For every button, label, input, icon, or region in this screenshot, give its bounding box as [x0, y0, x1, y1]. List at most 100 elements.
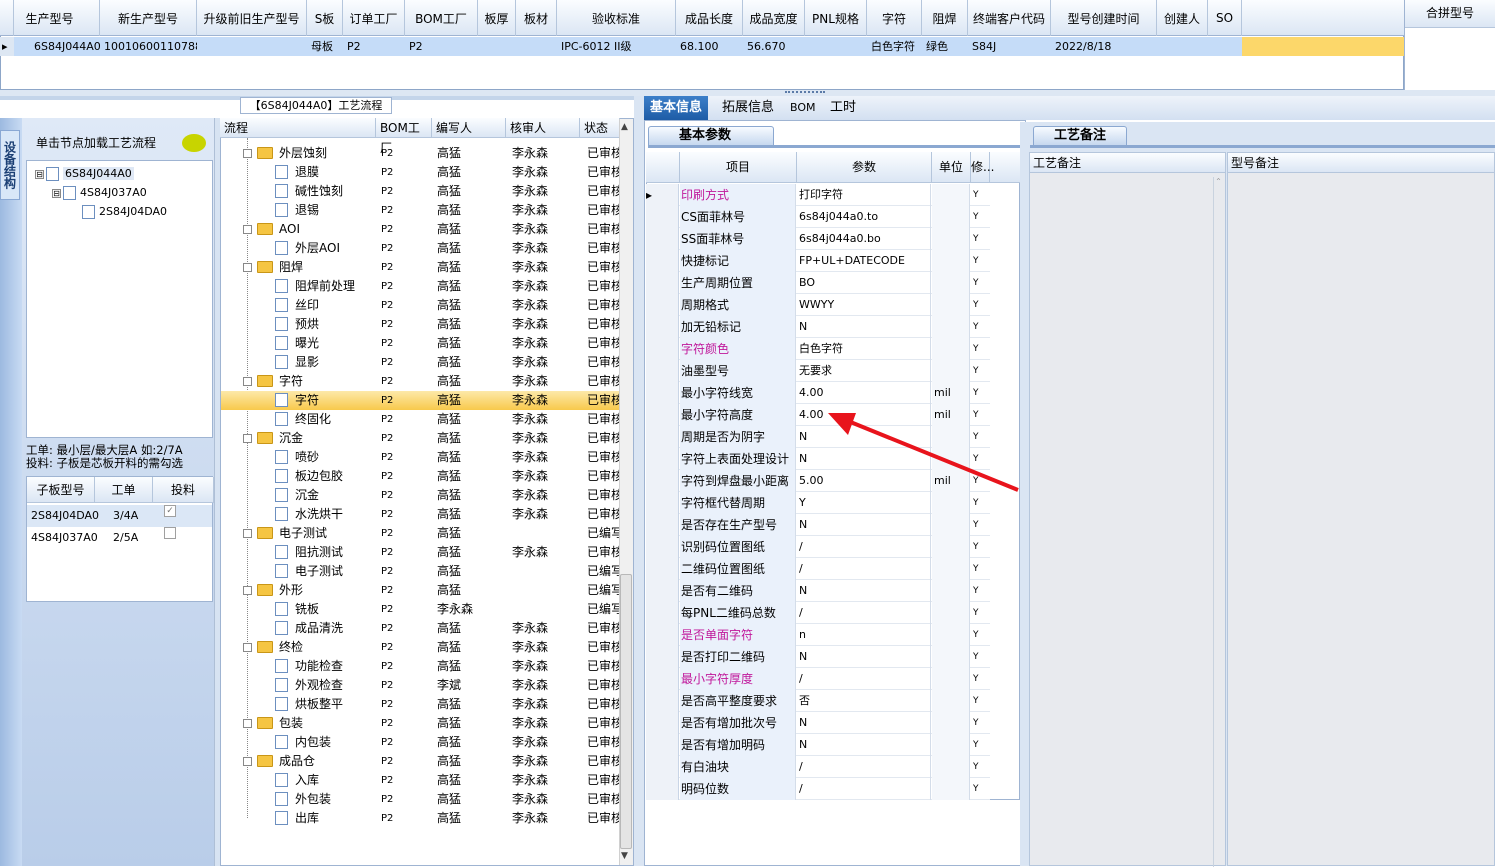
- flow-row[interactable]: 内包装 P2 高猛 李永森 已审核: [221, 733, 619, 752]
- flow-row[interactable]: 成品清洗 P2 高猛 李永森 已审核: [221, 619, 619, 638]
- order-cell[interactable]: S84J: [968, 37, 1051, 56]
- column-header[interactable]: 成品宽度: [743, 0, 805, 36]
- param-row[interactable]: CS面菲林号 6s84j044a0.to Y: [646, 206, 990, 228]
- param-value[interactable]: /: [797, 668, 931, 690]
- column-header[interactable]: 新生产型号: [100, 0, 197, 36]
- tab-work-hours[interactable]: 工时: [824, 96, 862, 120]
- scroll-down-icon[interactable]: ▼: [621, 851, 628, 861]
- tab-bom[interactable]: BOM: [784, 96, 822, 120]
- flow-row[interactable]: 外层AOI P2 高猛 李永森 已审核: [221, 239, 619, 258]
- param-value[interactable]: /: [797, 602, 931, 624]
- param-row[interactable]: 每PNL二维码总数 / Y: [646, 602, 990, 624]
- order-cell[interactable]: P2: [343, 37, 405, 56]
- flow-row[interactable]: 终固化 P2 高猛 李永森 已审核: [221, 410, 619, 429]
- flow-row[interactable]: 碱性蚀刻 P2 高猛 李永森 已审核: [221, 182, 619, 201]
- param-value[interactable]: N: [797, 580, 931, 602]
- collapse-toggle-icon[interactable]: [243, 263, 252, 272]
- flow-row[interactable]: 阻焊 P2 高猛 李永森 已审核: [221, 258, 619, 277]
- order-cell[interactable]: 白色字符: [867, 37, 922, 56]
- column-header[interactable]: 升级前旧生产型号: [197, 0, 307, 36]
- column-header[interactable]: 创建人: [1157, 0, 1208, 36]
- param-column-header[interactable]: 参数: [797, 152, 932, 183]
- collapse-toggle-icon[interactable]: [243, 434, 252, 443]
- column-header[interactable]: S板: [307, 0, 343, 36]
- param-row[interactable]: 有白油块 / Y: [646, 756, 990, 778]
- flow-row[interactable]: 字符 P2 高猛 李永森 已审核: [221, 372, 619, 391]
- collapse-toggle-icon[interactable]: [243, 149, 252, 158]
- param-value[interactable]: 4.00: [797, 382, 931, 404]
- order-grid-row[interactable]: ▸ 6S84J044A0 10010600110788 母板 P2 P2 IPC-6012…: [0, 37, 1404, 56]
- order-cell[interactable]: [1157, 37, 1208, 56]
- param-row[interactable]: ▸ 印刷方式 打印字符 Y: [646, 184, 990, 206]
- column-header[interactable]: 型号创建时间: [1051, 0, 1157, 36]
- param-row[interactable]: 快捷标记 FP+UL+DATECODE Y: [646, 250, 990, 272]
- flow-column-header[interactable]: 流程: [220, 118, 376, 138]
- flow-row[interactable]: 包装 P2 高猛 李永森 已审核: [221, 714, 619, 733]
- collapse-toggle-icon[interactable]: [243, 529, 252, 538]
- param-column-header[interactable]: 修...: [971, 152, 994, 183]
- collapse-toggle-icon[interactable]: ⊟: [52, 188, 61, 198]
- param-row[interactable]: 加无铅标记 N Y: [646, 316, 990, 338]
- order-cell[interactable]: 68.100: [676, 37, 743, 56]
- flow-row[interactable]: 沉金 P2 高猛 李永森 已审核: [221, 486, 619, 505]
- param-value[interactable]: N: [797, 514, 931, 536]
- param-row[interactable]: 二维码位置图纸 / Y: [646, 558, 990, 580]
- column-header[interactable]: 成品长度: [676, 0, 743, 36]
- param-row[interactable]: 明码位数 / Y: [646, 778, 990, 800]
- param-value[interactable]: N: [797, 316, 931, 338]
- param-value[interactable]: 否: [797, 690, 931, 712]
- param-row[interactable]: 最小字符线宽 4.00 mil Y: [646, 382, 990, 404]
- param-value[interactable]: 打印字符: [797, 184, 931, 206]
- param-row[interactable]: 是否存在生产型号 N Y: [646, 514, 990, 536]
- param-value[interactable]: /: [797, 778, 931, 800]
- flow-row[interactable]: 丝印 P2 高猛 李永森 已审核: [221, 296, 619, 315]
- collapse-toggle-icon[interactable]: [243, 225, 252, 234]
- collapse-toggle-icon[interactable]: [243, 586, 252, 595]
- param-row[interactable]: SS面菲林号 6s84j044a0.bo Y: [646, 228, 990, 250]
- flow-row[interactable]: 阻抗测试 P2 高猛 李永森 已审核: [221, 543, 619, 562]
- param-value[interactable]: n: [797, 624, 931, 646]
- order-cell[interactable]: [478, 37, 516, 56]
- scroll-up-icon[interactable]: ▲: [621, 122, 628, 132]
- model-remark-box[interactable]: 型号备注: [1227, 152, 1495, 866]
- process-remark-box[interactable]: 工艺备注 ⌃: [1029, 152, 1226, 867]
- flow-row[interactable]: 烘板整平 P2 高猛 李永森 已审核: [221, 695, 619, 714]
- flow-row[interactable]: 曝光 P2 高猛 李永森 已审核: [221, 334, 619, 353]
- flow-row[interactable]: 字符 P2 高猛 李永森 已审核: [221, 391, 619, 410]
- param-row[interactable]: 油墨型号 无要求 Y: [646, 360, 990, 382]
- order-cell[interactable]: [516, 37, 557, 56]
- column-header[interactable]: 验收标准: [557, 0, 676, 36]
- param-column-header[interactable]: 单位: [932, 152, 971, 183]
- column-header[interactable]: 终端客户代码: [968, 0, 1051, 36]
- flow-row[interactable]: 出库 P2 高猛 李永森 已审核: [221, 809, 619, 828]
- param-column-header[interactable]: 项目: [680, 152, 797, 183]
- param-value[interactable]: FP+UL+DATECODE: [797, 250, 931, 272]
- middle-splitter[interactable]: [634, 96, 644, 866]
- param-row[interactable]: 生产周期位置 BO Y: [646, 272, 990, 294]
- remark-scrollbar[interactable]: ⌃: [1213, 177, 1223, 867]
- flow-row[interactable]: 外形 P2 高猛 已编写: [221, 581, 619, 600]
- collapse-toggle-icon[interactable]: [243, 643, 252, 652]
- param-value[interactable]: 6s84j044a0.bo: [797, 228, 931, 250]
- flow-row[interactable]: 喷砂 P2 高猛 李永森 已审核: [221, 448, 619, 467]
- flow-row[interactable]: 沉金 P2 高猛 李永森 已审核: [221, 429, 619, 448]
- order-cell[interactable]: [805, 37, 867, 56]
- tab-basic-info[interactable]: 基本信息: [644, 96, 709, 120]
- tab-extended-info[interactable]: 拓展信息: [716, 96, 780, 120]
- column-header[interactable]: 字符: [867, 0, 922, 36]
- order-cell[interactable]: 2022/8/18: [1051, 37, 1157, 56]
- flow-row[interactable]: 退锡 P2 高猛 李永森 已审核: [221, 201, 619, 220]
- order-cell[interactable]: 母板: [307, 37, 343, 56]
- param-value[interactable]: N: [797, 734, 931, 756]
- flow-row[interactable]: 成品仓 P2 高猛 李永森 已审核: [221, 752, 619, 771]
- param-row[interactable]: 周期格式 WWYY Y: [646, 294, 990, 316]
- param-row[interactable]: 是否高平整度要求否 Y: [646, 690, 990, 712]
- column-header[interactable]: SO: [1208, 0, 1242, 36]
- flow-row[interactable]: 功能检查 P2 高猛 李永森 已审核: [221, 657, 619, 676]
- param-value[interactable]: /: [797, 558, 931, 580]
- order-cell[interactable]: P2: [405, 37, 478, 56]
- flow-row[interactable]: 外观检查 P2 李斌 李永森 已审核: [221, 676, 619, 695]
- tree-node[interactable]: ⊟ 4S84J037A0: [52, 184, 147, 202]
- column-header[interactable]: 订单工厂: [343, 0, 405, 36]
- param-value[interactable]: 无要求: [797, 360, 931, 382]
